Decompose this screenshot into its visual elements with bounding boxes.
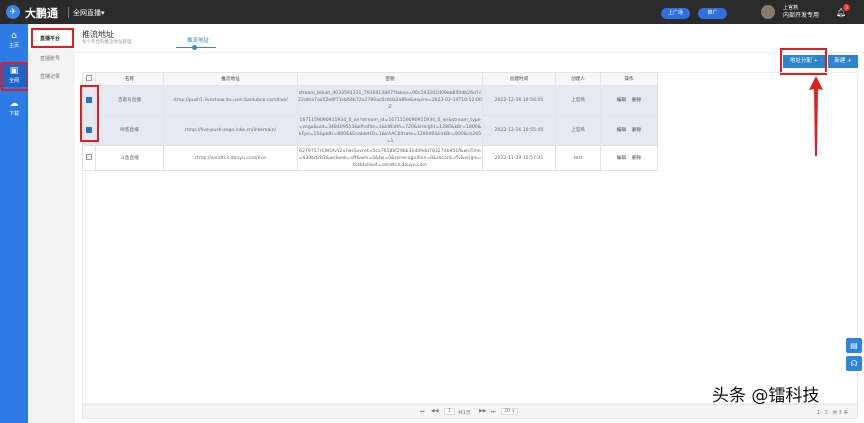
highlight-box <box>1 62 29 91</box>
divider <box>75 52 864 53</box>
highlight-box <box>80 85 99 142</box>
key-cell: stream_bduid_4033591231_7916013847?token… <box>297 85 483 116</box>
select-all-checkbox[interactable] <box>82 72 96 86</box>
submenu: 直播平台 直播账号 直播记录 <box>28 24 75 423</box>
key-cell: 6279757rCWOlvY2x?wsSecret=5ca7658bf29bb3… <box>297 145 483 171</box>
time-cell: 2022-12-16 10:55:40 <box>482 115 556 146</box>
edit-link[interactable]: 编辑 <box>617 156 626 161</box>
user-info[interactable]: 上官燕 内部开发专用 <box>783 5 819 19</box>
highlight-box <box>31 28 74 48</box>
time-cell: 2022-12-16 10:56:05 <box>482 85 556 116</box>
promote-button[interactable]: 推广 <box>698 8 727 19</box>
notebook-icon[interactable]: ▤ <box>846 338 862 353</box>
action-cell: 编辑 删除 <box>600 115 658 146</box>
push-address-table: 名称 推流地址 密钥 创建时间 创建人 操作 百家号直播 rtmp://push… <box>82 72 658 171</box>
submenu-item-account[interactable]: 直播账号 <box>28 49 75 69</box>
key-cell: 1671159090911934_0_en?stream_id=16711590… <box>297 115 483 146</box>
name-cell: 斗鱼直播 <box>95 145 164 171</box>
creator-cell: test <box>555 145 601 171</box>
square-button[interactable]: 上广场 <box>661 8 690 19</box>
user-name: 上官燕 <box>783 5 799 11</box>
submenu-item-records[interactable]: 直播记录 <box>28 67 75 87</box>
new-button[interactable]: 新建 + <box>828 55 858 68</box>
column-header: 创建人 <box>555 72 601 86</box>
table-row: 映客直播 rtmp://live-push-zego.inke.cn/inkem… <box>82 115 658 146</box>
avatar[interactable] <box>761 5 775 19</box>
action-cell: 编辑 删除 <box>600 145 658 171</box>
page-input[interactable]: 1 <box>444 408 456 415</box>
divider <box>68 7 69 18</box>
url-cell: rtmp://live-push-zego.inke.cn/inkemain/ <box>163 115 298 146</box>
creator-cell: 上官燕 <box>555 85 601 116</box>
home-icon: ⌂ <box>11 31 17 41</box>
cloud-download-icon: ☁ <box>9 99 19 109</box>
column-header: 名称 <box>95 72 164 86</box>
page-size-select[interactable]: 20 ∨ <box>501 408 519 415</box>
url-cell: rtmp://push1.liveshow.lss-user.baidubce.… <box>163 85 298 116</box>
sidebar-item-label: 下载 <box>8 111 19 117</box>
watermark: 头条 @镭科技 <box>712 386 820 406</box>
user-org: 内部开发专用 <box>783 12 820 19</box>
last-page-button[interactable]: ⏭ <box>491 409 495 415</box>
delete-link[interactable]: 删除 <box>632 156 641 161</box>
table-row: 百家号直播 rtmp://push1.liveshow.lss-user.bai… <box>82 85 658 116</box>
tab-push-address[interactable]: 推流地址 <box>180 36 216 44</box>
record-summary: 1 - 3 · 共 3 条 <box>817 411 849 416</box>
logo-icon: ✈ <box>6 5 20 19</box>
sidebar-item-home[interactable]: ⌂ 主页 <box>0 28 28 52</box>
page-subtitle: 各个平台的推流地址管理 <box>82 40 132 45</box>
creator-cell: 上官燕 <box>555 115 601 146</box>
notification-badge: 3 <box>843 4 850 11</box>
name-cell: 百家号直播 <box>95 85 164 116</box>
action-cell: 编辑 删除 <box>600 85 658 116</box>
row-checkbox[interactable] <box>82 145 96 171</box>
tab-indicator <box>192 45 197 50</box>
sidebar-item-download[interactable]: ☁ 下载 <box>0 96 28 120</box>
sidebar-item-label: 主页 <box>8 43 19 49</box>
pagination: ⏮ ◀◀ 1 共1页 ▶▶ ⏭ 20 ∨ 1 - 3 · 共 3 条 <box>82 404 858 419</box>
prev-page-button[interactable]: ◀◀ <box>431 409 438 414</box>
url-cell: rtmp://sendtc3.douyu.com/live <box>163 145 298 171</box>
total-pages: 共1页 <box>458 411 471 416</box>
brand-name: 大鹏通 <box>25 7 58 20</box>
time-cell: 2022-11-29 10:57:31 <box>482 145 556 171</box>
platform-dropdown[interactable]: 全网直播▾ <box>73 8 105 18</box>
table-header: 名称 推流地址 密钥 创建时间 创建人 操作 <box>82 72 658 86</box>
edit-link[interactable]: 编辑 <box>617 98 626 103</box>
headset-icon[interactable]: ☊ <box>846 356 862 371</box>
column-header: 操作 <box>600 72 658 86</box>
next-page-button[interactable]: ▶▶ <box>479 409 486 414</box>
column-header: 密钥 <box>297 72 483 86</box>
column-header: 创建时间 <box>482 72 556 86</box>
first-page-button[interactable]: ⏮ <box>420 409 424 415</box>
delete-link[interactable]: 删除 <box>632 128 641 133</box>
highlight-box <box>780 48 827 75</box>
delete-link[interactable]: 删除 <box>632 98 641 103</box>
table-row: 斗鱼直播 rtmp://sendtc3.douyu.com/live 62797… <box>82 145 658 171</box>
name-cell: 映客直播 <box>95 115 164 146</box>
column-header: 推流地址 <box>163 72 298 86</box>
top-bar: ✈ 大鹏通 全网直播▾ 上广场 推广 上官燕 内部开发专用 🔔︎ 3 <box>0 0 864 24</box>
edit-link[interactable]: 编辑 <box>617 128 626 133</box>
